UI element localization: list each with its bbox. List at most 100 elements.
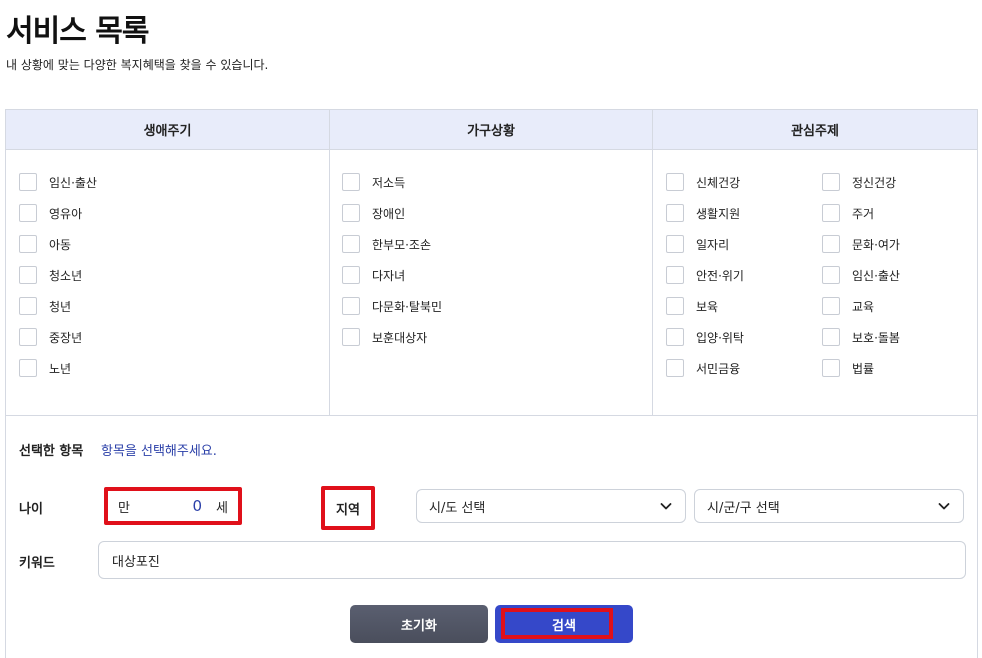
checkbox-interest-right-5[interactable]: 보호·돌봄 <box>822 328 900 346</box>
checkbox-life-cycle-1[interactable]: 영유아 <box>19 204 82 222</box>
checkbox[interactable] <box>19 359 37 377</box>
checkbox-label: 보훈대상자 <box>372 330 428 345</box>
sido-select[interactable]: 시/도 선택 <box>416 489 686 523</box>
checkbox-interest-left-3[interactable]: 안전·위기 <box>666 266 744 284</box>
checkbox-life-cycle-2[interactable]: 아동 <box>19 235 71 253</box>
checkbox-interest-right-2[interactable]: 문화·여가 <box>822 235 900 253</box>
checkbox[interactable] <box>666 173 684 191</box>
sigungu-select-text: 시/군/구 선택 <box>707 500 780 516</box>
age-label: 나이 <box>19 502 43 517</box>
checkbox[interactable] <box>666 297 684 315</box>
search-button[interactable]: 검색 <box>495 605 633 643</box>
checkbox[interactable] <box>666 359 684 377</box>
checkbox-interest-right-1[interactable]: 주거 <box>822 204 874 222</box>
checkbox-label: 아동 <box>49 237 72 252</box>
checkbox-household-3[interactable]: 다자녀 <box>342 266 405 284</box>
checkbox-label: 생활지원 <box>696 206 741 221</box>
checkbox-label: 임신·출산 <box>852 268 900 283</box>
checkbox-household-2[interactable]: 한부모·조손 <box>342 235 431 253</box>
checkbox[interactable] <box>822 266 840 284</box>
checkbox[interactable] <box>19 235 37 253</box>
column-header-interest: 관심주제 <box>653 110 977 150</box>
checkbox[interactable] <box>822 359 840 377</box>
keyword-input[interactable] <box>98 541 966 579</box>
checkbox-label: 교육 <box>852 299 875 314</box>
checkbox[interactable] <box>19 328 37 346</box>
checkbox-household-1[interactable]: 장애인 <box>342 204 405 222</box>
keyword-label: 키워드 <box>19 556 55 571</box>
checkbox[interactable] <box>342 173 360 191</box>
checkbox-life-cycle-4[interactable]: 청년 <box>19 297 71 315</box>
checkbox-interest-left-2[interactable]: 일자리 <box>666 235 729 253</box>
chevron-down-icon <box>938 503 950 510</box>
checkbox-household-0[interactable]: 저소득 <box>342 173 405 191</box>
checkbox-label: 다자녀 <box>372 268 406 283</box>
checkbox-label: 청년 <box>49 299 72 314</box>
checkbox[interactable] <box>19 266 37 284</box>
age-suffix: 세 <box>216 500 228 516</box>
checkbox[interactable] <box>822 297 840 315</box>
checkbox-label: 안전·위기 <box>696 268 744 283</box>
checkbox[interactable] <box>342 297 360 315</box>
selected-items-label: 선택한 항목 <box>19 444 84 459</box>
checkbox-life-cycle-6[interactable]: 노년 <box>19 359 71 377</box>
checkbox-label: 일자리 <box>696 237 730 252</box>
checkbox-interest-left-1[interactable]: 생활지원 <box>666 204 740 222</box>
sido-select-text: 시/도 선택 <box>429 500 486 516</box>
checkbox-interest-right-4[interactable]: 교육 <box>822 297 874 315</box>
checkbox-label: 다문화·탈북민 <box>372 299 443 314</box>
section-divider <box>6 415 977 416</box>
checkbox-life-cycle-3[interactable]: 청소년 <box>19 266 82 284</box>
checkbox[interactable] <box>19 204 37 222</box>
checkbox-life-cycle-5[interactable]: 중장년 <box>19 328 82 346</box>
reset-button[interactable]: 초기화 <box>350 605 488 643</box>
checkbox-label: 장애인 <box>372 206 406 221</box>
checkbox[interactable] <box>822 204 840 222</box>
age-input[interactable]: 만 0 세 <box>104 487 242 525</box>
checkbox-label: 법률 <box>852 361 875 376</box>
sigungu-select[interactable]: 시/군/구 선택 <box>694 489 964 523</box>
household-list: 저소득 장애인 한부모·조손 다자녀 다문화·탈북민 보훈대상자 <box>330 150 652 415</box>
checkbox-label: 중장년 <box>49 330 83 345</box>
checkbox-life-cycle-0[interactable]: 임신·출산 <box>19 173 97 191</box>
checkbox-label: 영유아 <box>49 206 83 221</box>
checkbox-label: 서민금융 <box>696 361 741 376</box>
checkbox-interest-right-6[interactable]: 법률 <box>822 359 874 377</box>
checkbox[interactable] <box>342 204 360 222</box>
checkbox[interactable] <box>666 328 684 346</box>
life-cycle-list: 임신·출산 영유아 아동 청소년 청년 중장년 노년 <box>6 150 329 415</box>
checkbox[interactable] <box>822 173 840 191</box>
checkbox[interactable] <box>342 328 360 346</box>
checkbox[interactable] <box>666 266 684 284</box>
checkbox-label: 임신·출산 <box>49 175 97 190</box>
column-header-life-cycle: 생애주기 <box>6 110 329 150</box>
selected-items-value: 항목을 선택해주세요. <box>101 444 217 459</box>
checkbox-household-5[interactable]: 보훈대상자 <box>342 328 427 346</box>
checkbox-interest-right-3[interactable]: 임신·출산 <box>822 266 900 284</box>
checkbox[interactable] <box>666 235 684 253</box>
page-title: 서비스 목록 <box>6 14 149 49</box>
checkbox-interest-right-0[interactable]: 정신건강 <box>822 173 896 191</box>
checkbox-interest-left-4[interactable]: 보육 <box>666 297 718 315</box>
checkbox-label: 노년 <box>49 361 72 376</box>
checkbox-interest-left-0[interactable]: 신체건강 <box>666 173 740 191</box>
checkbox-interest-left-5[interactable]: 입양·위탁 <box>666 328 744 346</box>
column-header-household: 가구상황 <box>330 110 652 150</box>
checkbox[interactable] <box>666 204 684 222</box>
age-value[interactable]: 0 <box>192 497 202 515</box>
checkbox[interactable] <box>822 235 840 253</box>
checkbox-label: 입양·위탁 <box>696 330 744 345</box>
checkbox-label: 신체건강 <box>696 175 741 190</box>
checkbox-household-4[interactable]: 다문화·탈북민 <box>342 297 442 315</box>
checkbox[interactable] <box>19 173 37 191</box>
checkbox[interactable] <box>19 297 37 315</box>
checkbox[interactable] <box>822 328 840 346</box>
checkbox[interactable] <box>342 266 360 284</box>
checkbox-interest-left-6[interactable]: 서민금융 <box>666 359 740 377</box>
region-label: 지역 <box>321 486 375 530</box>
checkbox[interactable] <box>342 235 360 253</box>
page-description: 내 상황에 맞는 다양한 복지혜택을 찾을 수 있습니다. <box>6 58 269 72</box>
filter-panel: 생애주기 가구상황 관심주제 임신·출산 영유아 아동 청소년 청년 중장년 노… <box>5 109 978 658</box>
checkbox-label: 보육 <box>696 299 719 314</box>
checkbox-label: 한부모·조손 <box>372 237 432 252</box>
